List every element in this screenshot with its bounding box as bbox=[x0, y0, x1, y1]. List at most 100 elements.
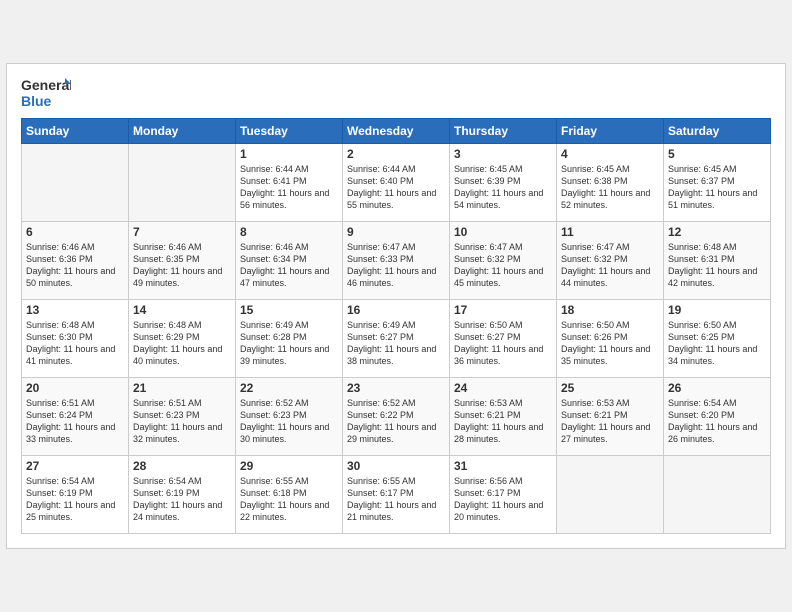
calendar-cell: 24 Sunrise: 6:53 AMSunset: 6:21 PMDayligh… bbox=[450, 378, 557, 456]
cell-content: Sunrise: 6:53 AMSunset: 6:21 PMDaylight:… bbox=[561, 397, 659, 446]
cell-content: Sunrise: 6:55 AMSunset: 6:18 PMDaylight:… bbox=[240, 475, 338, 524]
day-number: 6 bbox=[26, 225, 124, 239]
calendar-cell bbox=[557, 456, 664, 534]
cell-content: Sunrise: 6:47 AMSunset: 6:32 PMDaylight:… bbox=[561, 241, 659, 290]
weekday-header-thursday: Thursday bbox=[450, 119, 557, 144]
calendar-cell: 4Sunrise: 6:45 AMSunset: 6:38 PMDaylight… bbox=[557, 144, 664, 222]
cell-content: Sunrise: 6:51 AMSunset: 6:24 PMDaylight:… bbox=[26, 397, 124, 446]
weekday-header-tuesday: Tuesday bbox=[236, 119, 343, 144]
calendar-cell: 26 Sunrise: 6:54 AMSunset: 6:20 PMDayligh… bbox=[664, 378, 771, 456]
cell-content: Sunrise: 6:53 AMSunset: 6:21 PMDaylight:… bbox=[454, 397, 552, 446]
logo-svg: General Blue bbox=[21, 74, 71, 112]
day-number: 28 bbox=[133, 459, 231, 473]
day-number: 25 bbox=[561, 381, 659, 395]
calendar-cell bbox=[22, 144, 129, 222]
day-number: 18 bbox=[561, 303, 659, 317]
cell-content: Sunrise: 6:49 AMSunset: 6:27 PMDaylight:… bbox=[347, 319, 445, 368]
calendar-cell: 12 Sunrise: 6:48 AMSunset: 6:31 PMDayligh… bbox=[664, 222, 771, 300]
svg-text:General: General bbox=[21, 77, 71, 93]
cell-content: Sunrise: 6:45 AMSunset: 6:39 PMDaylight:… bbox=[454, 163, 552, 212]
calendar-cell: 14 Sunrise: 6:48 AMSunset: 6:29 PMDayligh… bbox=[129, 300, 236, 378]
cell-content: Sunrise: 6:50 AMSunset: 6:27 PMDaylight:… bbox=[454, 319, 552, 368]
day-number: 11 bbox=[561, 225, 659, 239]
day-number: 2 bbox=[347, 147, 445, 161]
cell-content: Sunrise: 6:54 AMSunset: 6:20 PMDaylight:… bbox=[668, 397, 766, 446]
calendar-cell: 30Sunrise: 6:55 AMSunset: 6:17 PMDayligh… bbox=[343, 456, 450, 534]
weekday-header-wednesday: Wednesday bbox=[343, 119, 450, 144]
day-number: 12 bbox=[668, 225, 766, 239]
header-row: General Blue bbox=[21, 74, 771, 112]
calendar-cell: 27 Sunrise: 6:54 AMSunset: 6:19 PMDayligh… bbox=[22, 456, 129, 534]
calendar-cell: 13 Sunrise: 6:48 AMSunset: 6:30 PMDayligh… bbox=[22, 300, 129, 378]
weekday-header-row: SundayMondayTuesdayWednesdayThursdayFrid… bbox=[22, 119, 771, 144]
svg-text:Blue: Blue bbox=[21, 93, 52, 109]
week-row-2: 6Sunrise: 6:46 AMSunset: 6:36 PMDaylight… bbox=[22, 222, 771, 300]
calendar-cell: 1Sunrise: 6:44 AMSunset: 6:41 PMDaylight… bbox=[236, 144, 343, 222]
calendar-cell: 6Sunrise: 6:46 AMSunset: 6:36 PMDaylight… bbox=[22, 222, 129, 300]
weekday-header-monday: Monday bbox=[129, 119, 236, 144]
cell-content: Sunrise: 6:56 AMSunset: 6:17 PMDaylight:… bbox=[454, 475, 552, 524]
calendar-cell: 29 Sunrise: 6:55 AMSunset: 6:18 PMDayligh… bbox=[236, 456, 343, 534]
day-number: 23 bbox=[347, 381, 445, 395]
weekday-header-friday: Friday bbox=[557, 119, 664, 144]
day-number: 31 bbox=[454, 459, 552, 473]
cell-content: Sunrise: 6:45 AMSunset: 6:37 PMDaylight:… bbox=[668, 163, 766, 212]
cell-content: Sunrise: 6:50 AMSunset: 6:25 PMDaylight:… bbox=[668, 319, 766, 368]
cell-content: Sunrise: 6:52 AMSunset: 6:22 PMDaylight:… bbox=[347, 397, 445, 446]
cell-content: Sunrise: 6:54 AMSunset: 6:19 PMDaylight:… bbox=[133, 475, 231, 524]
calendar-cell: 8 Sunrise: 6:46 AMSunset: 6:34 PMDaylight… bbox=[236, 222, 343, 300]
cell-content: Sunrise: 6:49 AMSunset: 6:28 PMDaylight:… bbox=[240, 319, 338, 368]
day-number: 30 bbox=[347, 459, 445, 473]
day-number: 22 bbox=[240, 381, 338, 395]
cell-content: Sunrise: 6:44 AMSunset: 6:41 PMDaylight:… bbox=[240, 163, 338, 212]
calendar-cell: 28 Sunrise: 6:54 AMSunset: 6:19 PMDayligh… bbox=[129, 456, 236, 534]
cell-content: Sunrise: 6:48 AMSunset: 6:30 PMDaylight:… bbox=[26, 319, 124, 368]
calendar-cell bbox=[129, 144, 236, 222]
day-number: 7 bbox=[133, 225, 231, 239]
weekday-header-saturday: Saturday bbox=[664, 119, 771, 144]
day-number: 17 bbox=[454, 303, 552, 317]
calendar-cell: 5 Sunrise: 6:45 AMSunset: 6:37 PMDaylight… bbox=[664, 144, 771, 222]
cell-content: Sunrise: 6:48 AMSunset: 6:31 PMDaylight:… bbox=[668, 241, 766, 290]
logo: General Blue bbox=[21, 74, 71, 112]
calendar-cell: 18 Sunrise: 6:50 AMSunset: 6:26 PMDayligh… bbox=[557, 300, 664, 378]
calendar-cell: 22 Sunrise: 6:52 AMSunset: 6:23 PMDayligh… bbox=[236, 378, 343, 456]
calendar-cell: 17 Sunrise: 6:50 AMSunset: 6:27 PMDayligh… bbox=[450, 300, 557, 378]
cell-content: Sunrise: 6:52 AMSunset: 6:23 PMDaylight:… bbox=[240, 397, 338, 446]
day-number: 19 bbox=[668, 303, 766, 317]
calendar-cell: 16 Sunrise: 6:49 AMSunset: 6:27 PMDayligh… bbox=[343, 300, 450, 378]
day-number: 20 bbox=[26, 381, 124, 395]
day-number: 16 bbox=[347, 303, 445, 317]
day-number: 27 bbox=[26, 459, 124, 473]
day-number: 5 bbox=[668, 147, 766, 161]
calendar-cell: 23 Sunrise: 6:52 AMSunset: 6:22 PMDayligh… bbox=[343, 378, 450, 456]
cell-content: Sunrise: 6:50 AMSunset: 6:26 PMDaylight:… bbox=[561, 319, 659, 368]
calendar-cell: 31 Sunrise: 6:56 AMSunset: 6:17 PMDayligh… bbox=[450, 456, 557, 534]
cell-content: Sunrise: 6:46 AMSunset: 6:34 PMDaylight:… bbox=[240, 241, 338, 290]
week-row-1: 1Sunrise: 6:44 AMSunset: 6:41 PMDaylight… bbox=[22, 144, 771, 222]
cell-content: Sunrise: 6:51 AMSunset: 6:23 PMDaylight:… bbox=[133, 397, 231, 446]
calendar-cell: 11 Sunrise: 6:47 AMSunset: 6:32 PMDayligh… bbox=[557, 222, 664, 300]
day-number: 14 bbox=[133, 303, 231, 317]
day-number: 8 bbox=[240, 225, 338, 239]
cell-content: Sunrise: 6:48 AMSunset: 6:29 PMDaylight:… bbox=[133, 319, 231, 368]
calendar-cell: 19 Sunrise: 6:50 AMSunset: 6:25 PMDayligh… bbox=[664, 300, 771, 378]
week-row-4: 20 Sunrise: 6:51 AMSunset: 6:24 PMDayligh… bbox=[22, 378, 771, 456]
day-number: 13 bbox=[26, 303, 124, 317]
cell-content: Sunrise: 6:44 AMSunset: 6:40 PMDaylight:… bbox=[347, 163, 445, 212]
calendar-container: General Blue SundayMondayTuesdayWednesda… bbox=[6, 63, 786, 549]
day-number: 24 bbox=[454, 381, 552, 395]
day-number: 26 bbox=[668, 381, 766, 395]
calendar-cell: 10Sunrise: 6:47 AMSunset: 6:32 PMDayligh… bbox=[450, 222, 557, 300]
calendar-cell bbox=[664, 456, 771, 534]
cell-content: Sunrise: 6:47 AMSunset: 6:33 PMDaylight:… bbox=[347, 241, 445, 290]
calendar-cell: 9 Sunrise: 6:47 AMSunset: 6:33 PMDaylight… bbox=[343, 222, 450, 300]
day-number: 10 bbox=[454, 225, 552, 239]
cell-content: Sunrise: 6:54 AMSunset: 6:19 PMDaylight:… bbox=[26, 475, 124, 524]
day-number: 9 bbox=[347, 225, 445, 239]
day-number: 21 bbox=[133, 381, 231, 395]
week-row-3: 13 Sunrise: 6:48 AMSunset: 6:30 PMDayligh… bbox=[22, 300, 771, 378]
calendar-cell: 7Sunrise: 6:46 AMSunset: 6:35 PMDaylight… bbox=[129, 222, 236, 300]
week-row-5: 27 Sunrise: 6:54 AMSunset: 6:19 PMDayligh… bbox=[22, 456, 771, 534]
day-number: 29 bbox=[240, 459, 338, 473]
